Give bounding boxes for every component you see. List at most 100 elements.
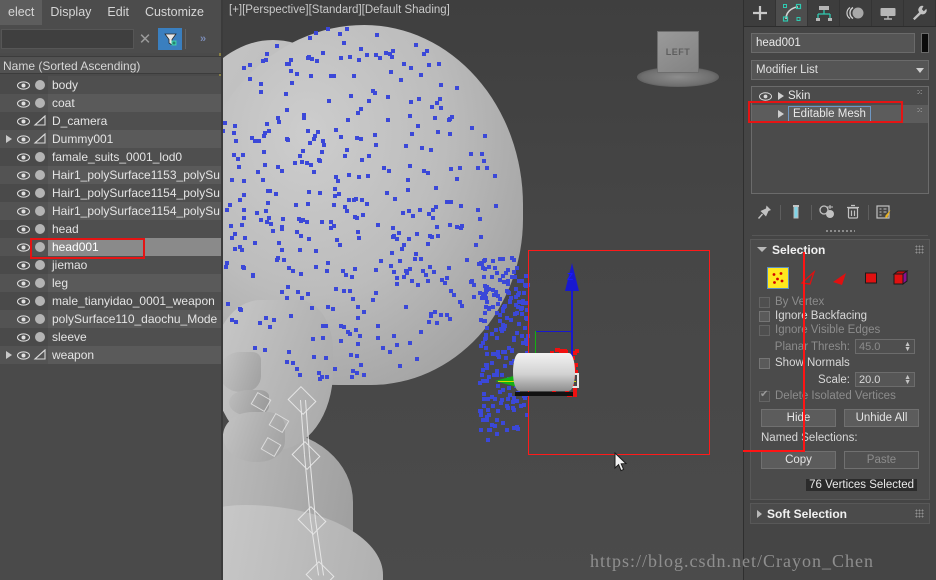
eye-icon[interactable] xyxy=(16,314,31,324)
list-item[interactable]: leg xyxy=(0,274,221,292)
ignore-backfacing-option[interactable]: Ignore Backfacing xyxy=(751,309,929,323)
list-item[interactable]: head xyxy=(0,220,221,238)
make-unique-icon[interactable] xyxy=(816,201,838,223)
expand-triangle-icon[interactable] xyxy=(2,130,16,148)
list-item[interactable]: male_tianyidao_0001_weapon xyxy=(0,292,221,310)
modifier-stack[interactable]: Skin ⁙ Editable Mesh ⁙ xyxy=(748,86,929,194)
view-cube-face[interactable]: LEFT xyxy=(657,31,699,73)
eye-icon[interactable] xyxy=(16,170,31,180)
list-item[interactable]: Dummy001 xyxy=(0,130,221,148)
close-x-icon[interactable]: ✕ xyxy=(134,28,156,50)
polygon-level[interactable] xyxy=(860,267,882,289)
delete-isolated-vertices-checkbox[interactable] xyxy=(759,389,770,402)
remove-modifier-icon[interactable] xyxy=(842,201,864,223)
pin-stack-icon[interactable] xyxy=(754,201,776,223)
utilities-tab[interactable] xyxy=(904,0,936,26)
vertex-tick xyxy=(407,237,411,241)
viewport-perspective[interactable]: LEFT Z [+][Perspective][Standard][Defaul… xyxy=(223,0,743,580)
eye-icon[interactable] xyxy=(16,206,31,216)
list-item[interactable]: coat xyxy=(0,94,221,112)
expand-triangle-icon[interactable] xyxy=(2,346,16,364)
edge-level[interactable] xyxy=(798,267,820,289)
rollout-drag-dots[interactable] xyxy=(915,245,924,254)
ignore-visible-edges-option[interactable]: Ignore Visible Edges xyxy=(751,323,929,337)
list-item[interactable]: Hair1_polySurface1153_polySu xyxy=(0,166,221,184)
list-item[interactable]: D_camera xyxy=(0,112,221,130)
spinner-arrows-icon[interactable]: ▲ ▼ xyxy=(904,374,911,386)
vertex-level[interactable] xyxy=(767,267,789,289)
ignore-backfacing-checkbox[interactable] xyxy=(759,310,770,322)
list-item[interactable]: Hair1_polySurface1154_polySu xyxy=(0,202,221,220)
view-cube[interactable]: LEFT xyxy=(637,27,719,89)
modifier-list-dropdown[interactable]: Modifier List xyxy=(751,60,929,80)
eye-icon[interactable] xyxy=(16,242,31,252)
menu-edit[interactable]: Edit xyxy=(99,0,137,25)
eye-icon[interactable] xyxy=(16,188,31,198)
stack-item-editable-mesh[interactable]: Editable Mesh ⁙ xyxy=(752,105,928,123)
filter-funnel-icon[interactable] xyxy=(158,28,182,50)
list-item[interactable]: weapon xyxy=(0,346,221,364)
modify-tab[interactable] xyxy=(776,0,808,26)
object-color-swatch[interactable] xyxy=(921,33,929,53)
show-normals-option[interactable]: Show Normals xyxy=(751,356,929,370)
eye-icon[interactable] xyxy=(16,224,31,234)
spinner-arrows-icon[interactable]: ▲ ▼ xyxy=(904,341,911,353)
paste-button[interactable]: Paste xyxy=(844,451,919,469)
list-item[interactable]: sleeve xyxy=(0,328,221,346)
copy-button[interactable]: Copy xyxy=(761,451,836,469)
list-item[interactable]: Hair1_polySurface1154_polySu xyxy=(0,184,221,202)
soft-selection-rollout-header[interactable]: Soft Selection xyxy=(751,504,929,523)
list-item[interactable]: body xyxy=(0,76,221,94)
list-item[interactable]: head001 xyxy=(0,238,221,256)
scale-spinner[interactable]: 20.0 ▲ ▼ xyxy=(855,372,915,387)
eye-icon[interactable] xyxy=(16,80,31,90)
explorer-column-header[interactable]: Name (Sorted Ascending) xyxy=(0,56,221,74)
eye-icon[interactable] xyxy=(16,278,31,288)
explorer-list[interactable]: body coat D_camera Dummy001 famale_suits_000… xyxy=(0,76,221,580)
vertex-tick-selected-region xyxy=(515,331,519,335)
vertex-tick xyxy=(395,343,399,347)
expand-triangle-icon[interactable] xyxy=(774,110,788,118)
eye-icon[interactable] xyxy=(16,296,31,306)
show-end-result-icon[interactable] xyxy=(785,201,807,223)
expand-triangle-icon[interactable] xyxy=(774,92,788,100)
unhide-all-button[interactable]: Unhide All xyxy=(844,409,919,427)
eye-icon[interactable] xyxy=(16,152,31,162)
ignore-visible-edges-checkbox[interactable] xyxy=(759,324,770,336)
eye-icon[interactable] xyxy=(16,332,31,342)
eye-icon[interactable] xyxy=(16,260,31,270)
create-tab[interactable] xyxy=(744,0,776,26)
list-item[interactable]: polySurface110_daochu_Mode xyxy=(0,310,221,328)
menu-display[interactable]: Display xyxy=(42,0,99,25)
rollout-drag-dots[interactable] xyxy=(915,509,924,518)
eye-icon[interactable] xyxy=(16,350,31,360)
configure-modifier-sets-icon[interactable] xyxy=(873,201,895,223)
hide-button[interactable]: Hide xyxy=(761,409,836,427)
list-item[interactable]: famale_suits_0001_lod0 xyxy=(0,148,221,166)
panel-grip-handle[interactable] xyxy=(744,226,936,235)
by-vertex-option[interactable]: By Vertex xyxy=(751,295,929,309)
search-input[interactable] xyxy=(1,29,134,49)
display-tab[interactable] xyxy=(872,0,904,26)
hierarchy-tab[interactable] xyxy=(808,0,840,26)
motion-tab[interactable] xyxy=(840,0,872,26)
element-level[interactable] xyxy=(891,267,913,289)
object-name-field[interactable] xyxy=(751,33,915,53)
delete-isolated-vertices-option[interactable]: Delete Isolated Vertices xyxy=(751,389,929,403)
eye-icon[interactable] xyxy=(16,116,31,126)
stack-item-skin[interactable]: Skin ⁙ xyxy=(752,87,928,105)
selection-rollout-header[interactable]: Selection xyxy=(751,240,929,259)
eye-icon[interactable] xyxy=(16,98,31,108)
menu-customize[interactable]: Customize xyxy=(137,0,212,25)
menu-select[interactable]: elect xyxy=(0,0,43,25)
show-normals-checkbox[interactable] xyxy=(759,357,770,369)
viewport-label[interactable]: [+][Perspective][Standard][Default Shadi… xyxy=(229,4,450,16)
face-level[interactable] xyxy=(829,267,851,289)
by-vertex-checkbox[interactable] xyxy=(759,296,770,308)
chevron-double-right-icon[interactable]: » xyxy=(200,33,206,45)
list-item[interactable]: jiemao xyxy=(0,256,221,274)
eye-icon[interactable] xyxy=(16,134,31,144)
eye-icon[interactable] xyxy=(756,91,774,101)
planar-thresh-spinner[interactable]: 45.0 ▲ ▼ xyxy=(855,339,915,354)
